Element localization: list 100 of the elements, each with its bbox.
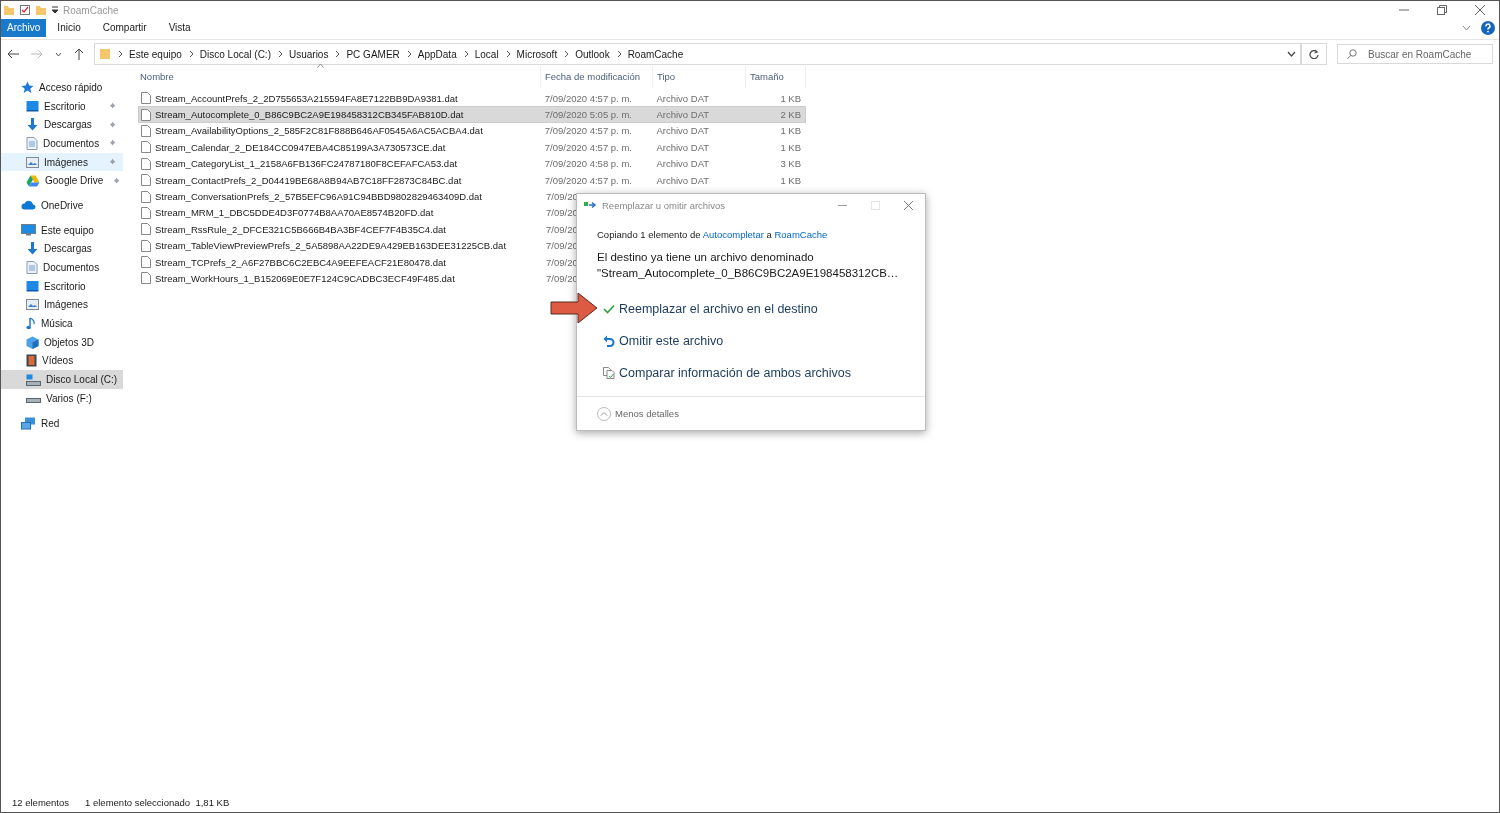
restore-icon[interactable] [1437,5,1447,15]
ribbon-tab[interactable]: Compartir [91,19,158,37]
up-arrow-icon[interactable] [74,48,84,60]
file-icon [141,141,151,154]
sidebar-item[interactable]: Descargas [1,115,123,135]
breadcrumb[interactable]: Local [474,48,499,60]
breadcrumb[interactable]: Outlook [575,48,610,60]
file-row[interactable]: Stream_TCPrefs_2_A6F27BBC6C2EBC4A9EEFEACF21E80478.dat 7/09/20 [138,253,579,271]
file-row[interactable]: Stream_Calendar_2_DE184CC0947EBA4C85199A3A730573CE.dat 7/09/2020 4:57 p. m. Archivo DAT 1 KB [138,139,806,156]
breadcrumb[interactable]: RoamCache [627,48,684,60]
chevron-down-icon[interactable] [1287,51,1296,57]
sidebar-item[interactable]: Acceso rápido [1,78,123,97]
target-link[interactable]: RoamCache [774,229,828,240]
details-toggle-label: Menos detalles [615,408,679,419]
chevron-right-icon[interactable] [615,50,622,58]
file-row[interactable]: Stream_CategoryList_1_2158A6FB136FC24787180F8CEFAFCA53.dat 7/09/2020 4:58 p. m. Archivo DAT 3 KB [138,155,806,172]
table-cell-text: 7/09/20 [545,191,578,203]
close-icon[interactable] [1475,5,1485,15]
conflict-message: El destino ya tiene un archivo denominado "Stream_Autocomplete_0_B86C9BC2A9E198458312CB… [597,250,899,281]
dialog-option[interactable]: Comparar información de ambos archivos [597,357,905,389]
breadcrumb[interactable]: PC GAMER [346,48,400,60]
ribbon-tab[interactable]: Vista [157,19,202,37]
undo-arrow-icon [603,335,615,347]
sidebar-item[interactable]: Documentos [1,258,123,277]
column-header[interactable]: Nombre [138,66,541,88]
file-row[interactable]: Stream_Autocomplete_0_B86C9BC2A9E198458312CB345FAB810D.dat 7/09/2020 5:05 p. m. Archivo DAT 2 KB [138,106,806,123]
file-row[interactable]: Stream_ContactPrefs_2_D04419BE68A8B94AB7C18FF2873C84BC.dat 7/09/2020 4:57 p. m. Archivo DAT 1 KB [138,171,806,189]
file-row[interactable]: Stream_WorkHours_1_B152069E0E7F124C9CADBC3ECF49F485.dat 7/09/20 [138,270,579,287]
source-link[interactable]: Autocompletar [702,229,764,240]
chevron-up-circle-icon [597,406,611,421]
sidebar-item[interactable]: Imágenes [1,152,123,172]
sidebar-item[interactable]: Descargas [1,239,123,259]
sidebar-label: Documentos [43,262,100,274]
star-icon [21,80,34,94]
checkmark-document-icon[interactable] [19,4,31,16]
file-name: Stream_AvailabilityOptions_2_585F2C81F888B646AF0545A6AC5ACBA4.dat [155,125,483,137]
sidebar-item[interactable]: Música [1,314,123,333]
table-cell-text: Archivo DAT [655,92,711,104]
chevron-right-icon[interactable] [276,50,283,58]
sidebar-item[interactable]: OneDrive [1,196,123,215]
chevron-down-icon[interactable] [55,51,62,57]
breadcrumb[interactable]: Disco Local (C:) [199,48,271,60]
file-row[interactable]: Stream_ConversationPrefs_2_57B5EFC96A91C94BBD9802829463409D.dat 7/09/20 [138,188,579,205]
sidebar-item[interactable]: Vídeos [1,351,123,371]
column-header[interactable]: Fecha de modificación [541,66,653,88]
breadcrumb[interactable]: Microsoft [516,48,558,60]
chevron-right-icon[interactable] [563,50,570,58]
sidebar-item[interactable]: Objetos 3D [1,332,123,352]
breadcrumb[interactable]: Este equipo [129,48,182,60]
details-toggle[interactable]: Menos detalles [577,396,925,430]
file-icon [141,157,151,170]
file-row[interactable]: Stream_TableViewPreviewPrefs_2_5A5898AA22DE9A429EB163DEE31225CB.dat 7/09/20 [138,237,579,254]
dialog-option[interactable]: Omitir este archivo [597,325,905,357]
ribbon-tab[interactable]: Inicio [46,19,92,37]
chevron-right-icon[interactable] [334,50,341,58]
chevron-right-icon[interactable] [117,50,123,58]
breadcrumb[interactable]: Usuarios [288,48,329,60]
desktop-icon [26,100,39,113]
ribbon-tab[interactable]: Archivo [1,19,47,37]
chevron-right-icon[interactable] [462,50,469,58]
column-header[interactable]: Tipo [653,66,746,88]
address-bar[interactable]: Este equipo Disco Local (C:) Usuarios PC GAMER AppData Local Microsoft Outlook RoamCache [94,43,1301,65]
sidebar-item[interactable]: Red [1,413,123,433]
file-name: Stream_WorkHours_1_B152069E0E7F124C9CADBC3ECF49F485.dat [155,273,455,284]
pointer-arrow-icon [550,292,598,324]
sidebar-item[interactable]: Imágenes [1,295,123,315]
dialog-option[interactable]: Reemplazar el archivo en el destino [597,293,905,325]
copy-status-text: Copiando 1 elemento de Autocompletar a RoamCache [597,229,829,240]
sidebar-item[interactable]: Este equipo [1,220,123,240]
help-icon[interactable] [1481,21,1495,35]
document-icon [26,136,38,150]
chevron-right-icon[interactable] [187,50,194,58]
option-label: Comparar información de ambos archivos [619,366,852,380]
dropdown-icon[interactable] [51,4,59,16]
back-arrow-icon[interactable] [7,49,19,59]
sidebar-item[interactable]: Disco Local (C:) [1,370,123,389]
sidebar-item[interactable]: Varios (F:) [1,389,123,408]
search-field[interactable]: Buscar en RoamCache [1337,44,1493,64]
file-name: Stream_Calendar_2_DE184CC0947EBA4C85199A3A730573CE.dat [155,141,446,153]
sidebar-item[interactable]: Documentos [1,134,123,153]
sort-caret-icon[interactable] [317,63,324,68]
close-icon[interactable] [904,200,913,210]
refresh-icon [1309,49,1319,59]
download-arrow-icon [26,242,39,256]
refresh-button[interactable] [1301,43,1327,65]
sidebar-item[interactable]: Google Drive [1,171,123,191]
file-name: Stream_AccountPrefs_2_2D755653A215594FA8E7122BB9DA9381.dat [155,92,458,104]
chevron-right-icon[interactable] [405,50,412,58]
file-row[interactable]: Stream_MRM_1_DBC5DDE4D3F0774B8AA70AE8574B20FD.dat 7/09/20 [138,204,579,222]
file-row[interactable]: Stream_RssRule_2_DFCE321C5B666B4BA3BF4CEF7F4B35C4.dat 7/09/20 [138,221,579,238]
sidebar-item[interactable]: Escritorio [1,96,123,116]
file-name: Stream_CategoryList_1_2158A6FB136FC24787180F8CEFAFCA53.dat [155,158,458,170]
file-row[interactable]: Stream_AvailabilityOptions_2_585F2C81F888B646AF0545A6AC5ACBA4.dat 7/09/2020 4:57 p. m. Archivo DAT 1 KB [138,122,806,140]
column-header[interactable]: Tamaño [746,66,806,88]
sidebar-label: OneDrive [41,199,84,211]
chevron-right-icon[interactable] [504,50,511,58]
breadcrumb[interactable]: AppData [417,48,457,60]
file-row[interactable]: Stream_AccountPrefs_2_2D755653A215594FA8E7122BB9DA9381.dat 7/09/2020 4:57 p. m. Archivo DAT 1 KB [138,90,806,107]
sidebar-label: Imágenes [44,299,88,311]
sidebar-item[interactable]: Escritorio [1,276,123,296]
